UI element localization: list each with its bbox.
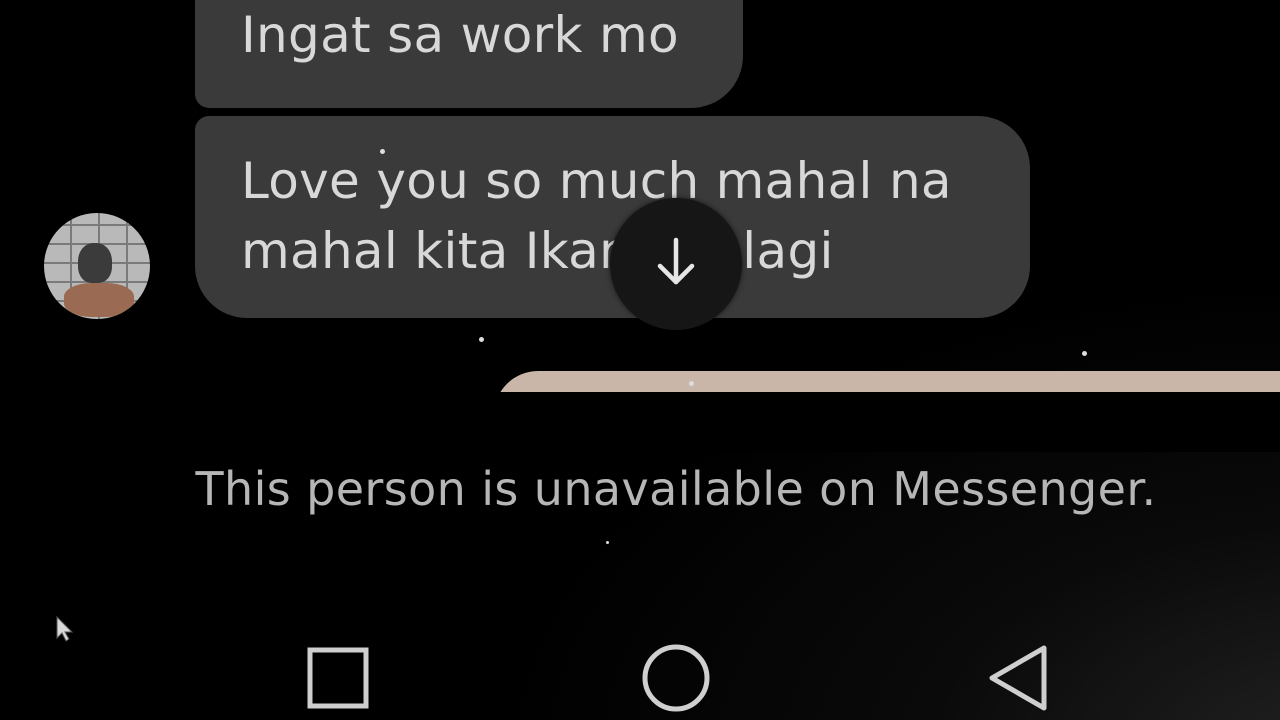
back-button[interactable] [974,638,1058,720]
pointer-cursor-icon [54,614,76,648]
messenger-screen: Ingat sa work mo Love you so much mahal … [0,0,1280,720]
dust-speck [479,337,484,342]
dust-speck [606,541,609,544]
message-text: Love you so much mahal na mahal kita Ika [241,152,952,280]
dust-speck [380,149,385,154]
message-bubble[interactable]: Love you so much mahal na mahal kita Ika… [195,116,1030,318]
dust-speck [689,381,694,386]
arrow-down-icon [646,232,706,296]
dust-speck [1082,351,1087,356]
square-icon [306,646,370,714]
circle-icon [640,642,712,718]
recents-button[interactable] [296,638,380,720]
composer-area [0,392,1280,452]
avatar[interactable] [44,213,150,319]
triangle-back-icon [984,644,1048,716]
android-nav-bar [0,620,1280,720]
message-bubble[interactable]: Ingat sa work mo [195,0,743,108]
unavailable-notice: This person is unavailable on Messenger. [195,462,1157,516]
avatar-figure [78,243,112,283]
home-button[interactable] [634,638,718,720]
scroll-to-bottom-button[interactable] [610,198,742,330]
avatar-hands [64,283,134,317]
message-text: Ingat sa work mo [241,6,679,64]
